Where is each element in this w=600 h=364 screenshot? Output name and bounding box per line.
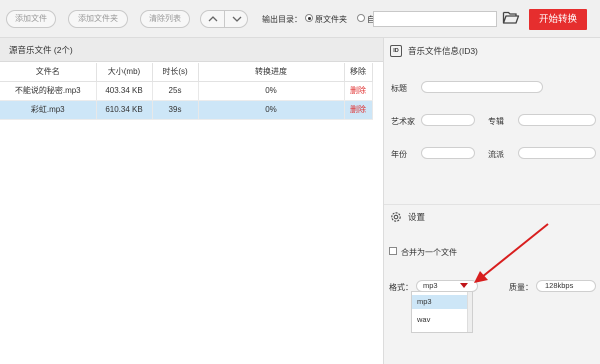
output-path-input[interactable] <box>373 11 497 27</box>
artist-input[interactable] <box>421 114 475 126</box>
caret-down-icon[interactable] <box>460 283 468 288</box>
format-option-mp3[interactable]: mp3 <box>412 295 472 309</box>
file-list-title: 源音乐文件 (2个) <box>0 38 383 62</box>
quality-label: 质量： <box>509 283 533 292</box>
settings-section-header: 设置 <box>384 204 600 228</box>
move-up-button[interactable] <box>201 11 225 27</box>
year-input[interactable] <box>421 147 475 159</box>
album-label: 专辑 <box>488 117 504 126</box>
column-header-size[interactable]: 大小(mb) <box>96 63 153 82</box>
radio-custom[interactable] <box>357 14 365 22</box>
file-list-panel: 源音乐文件 (2个) 文件名 大小(mb) 时长(s) 转换进度 移除 不能说的… <box>0 38 383 364</box>
file-table: 文件名 大小(mb) 时长(s) 转换进度 移除 不能说的秘密.mp3 403.… <box>0 63 373 120</box>
move-down-button[interactable] <box>225 11 247 27</box>
format-label: 格式： <box>389 283 413 292</box>
right-panel: ID 音乐文件信息(ID3) 标题 艺术家 专辑 年份 流派 设置 合并为一个文… <box>383 38 600 364</box>
year-label: 年份 <box>391 150 407 159</box>
delete-link[interactable]: 删除 <box>344 81 373 101</box>
add-file-button[interactable]: 添加文件 <box>6 10 56 28</box>
id3-icon: ID <box>390 45 402 57</box>
column-header-progress[interactable]: 转换进度 <box>198 63 345 82</box>
merge-label: 合并为一个文件 <box>401 248 457 257</box>
file-duration: 25s <box>152 81 199 101</box>
file-size: 403.34 KB <box>96 81 153 101</box>
merge-checkbox[interactable] <box>389 247 397 255</box>
id3-section-header: ID 音乐文件信息(ID3) <box>384 39 600 63</box>
id3-title: 音乐文件信息(ID3) <box>408 46 478 56</box>
column-header-remove[interactable]: 移除 <box>344 63 373 82</box>
table-header-row: 文件名 大小(mb) 时长(s) 转换进度 移除 <box>0 63 373 82</box>
browse-folder-button[interactable] <box>502 10 520 27</box>
file-name: 彩虹.mp3 <box>0 100 97 120</box>
file-duration: 39s <box>152 100 199 120</box>
delete-link[interactable]: 删除 <box>344 100 373 120</box>
start-convert-button[interactable]: 开始转换 <box>529 9 587 30</box>
radio-original-label: 原文件夹 <box>315 15 347 24</box>
format-option-wav[interactable]: wav <box>412 313 472 327</box>
file-progress: 0% <box>198 81 345 101</box>
chevron-down-icon <box>232 16 242 22</box>
genre-input[interactable] <box>518 147 596 159</box>
genre-label: 流派 <box>488 150 504 159</box>
title-input[interactable] <box>421 81 543 93</box>
column-header-name[interactable]: 文件名 <box>0 63 97 82</box>
file-size: 610.34 KB <box>96 100 153 120</box>
output-dir-label: 输出目录： <box>262 15 302 24</box>
radio-original-folder[interactable] <box>305 14 313 22</box>
table-row[interactable]: 彩虹.mp3 610.34 KB 39s 0% 删除 <box>0 100 373 120</box>
options-scrollbar[interactable] <box>467 292 472 332</box>
column-header-duration[interactable]: 时长(s) <box>152 63 199 82</box>
quality-select[interactable]: 128kbps <box>536 280 596 292</box>
add-folder-button[interactable]: 添加文件夹 <box>68 10 128 28</box>
clear-list-button[interactable]: 清除列表 <box>140 10 190 28</box>
file-name: 不能说的秘密.mp3 <box>0 81 97 101</box>
chevron-up-icon <box>208 16 218 22</box>
artist-label: 艺术家 <box>391 117 415 126</box>
table-row[interactable]: 不能说的秘密.mp3 403.34 KB 25s 0% 删除 <box>0 81 373 101</box>
folder-open-icon <box>502 11 520 24</box>
toolbar: 添加文件 添加文件夹 清除列表 输出目录： 原文件夹 自定义 开始转换 <box>0 0 600 38</box>
file-progress: 0% <box>198 100 345 120</box>
settings-title: 设置 <box>408 212 426 222</box>
format-options-list: mp3 wav <box>411 291 473 333</box>
album-input[interactable] <box>518 114 596 126</box>
gear-icon <box>391 212 401 222</box>
reorder-buttons <box>200 10 248 28</box>
title-label: 标题 <box>391 84 407 93</box>
